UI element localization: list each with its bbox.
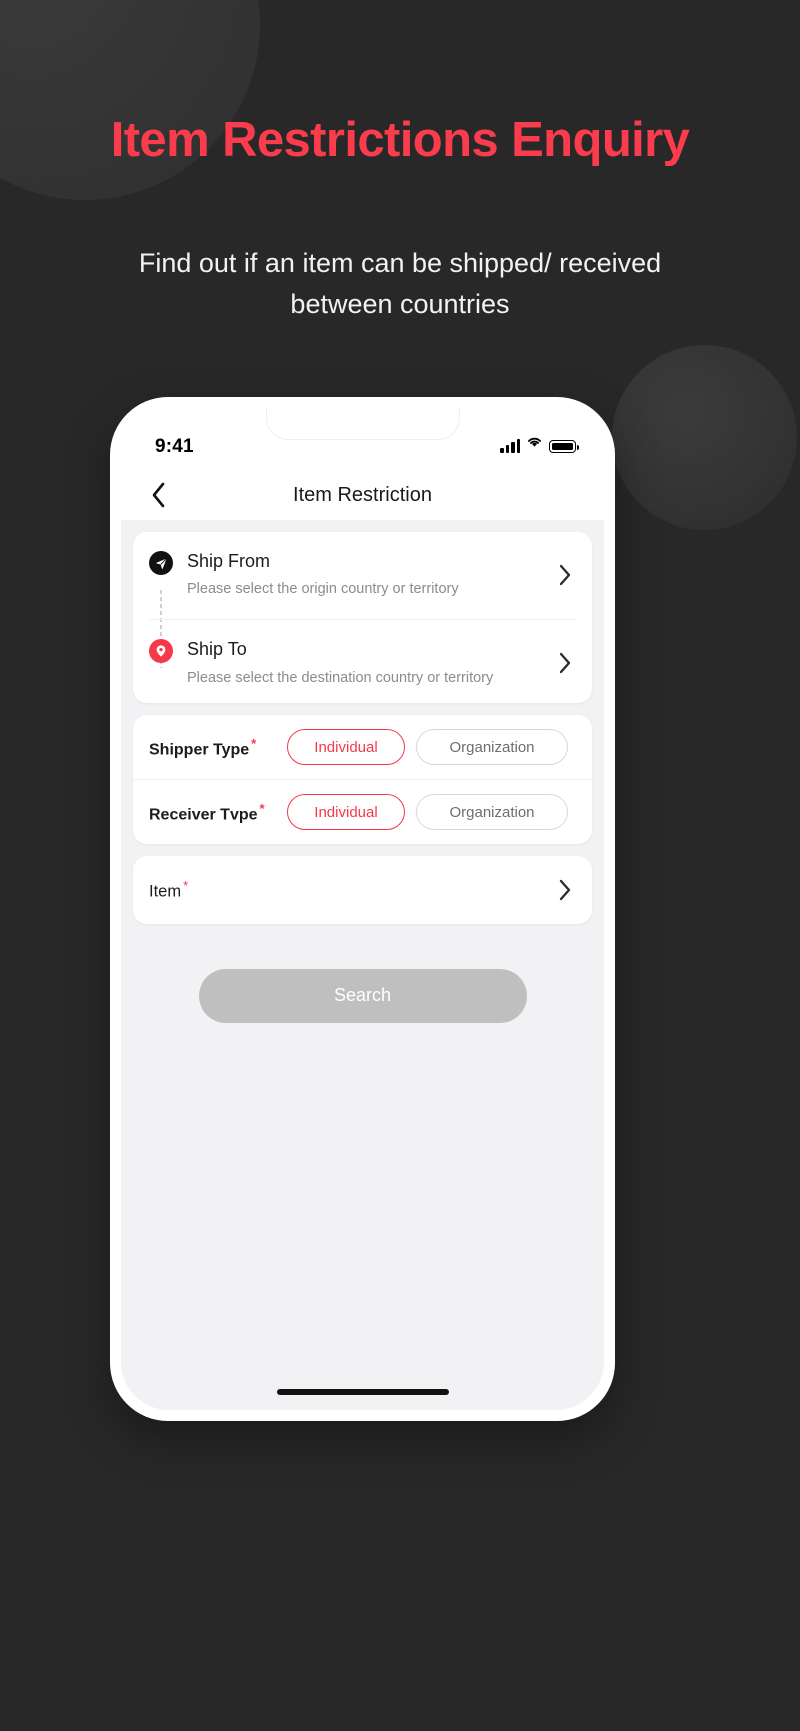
item-row[interactable]: Item * [133, 856, 592, 924]
status-bar-icons [500, 435, 580, 453]
chevron-right-icon [559, 652, 570, 673]
phone-notch [265, 408, 460, 440]
shipper-type-required-mark: * [251, 735, 257, 751]
back-button[interactable] [143, 480, 173, 510]
destination-pin-icon [149, 639, 173, 664]
search-button-container: Search [133, 968, 592, 1023]
chevron-right-icon [559, 564, 570, 585]
party-type-card: Shipper Type * Individual Organization Re… [133, 715, 592, 845]
search-button[interactable]: Search [198, 968, 527, 1023]
ship-from-text: Ship From Please select the origin count… [187, 550, 554, 599]
ship-from-placeholder: Please select the origin country or terr… [187, 581, 459, 598]
chevron-right-icon [559, 880, 570, 901]
phone-screen: 9:41 Item Restriction Ship From Please s… [121, 408, 604, 1410]
ship-from-row[interactable]: Ship From Please select the origin count… [149, 532, 576, 621]
shipper-type-organization-option[interactable]: Organization [416, 729, 568, 766]
shipper-type-label-text: Shipper Type [149, 741, 250, 759]
battery-full-icon [549, 440, 580, 453]
wifi-icon [526, 435, 543, 453]
ship-to-row[interactable]: Ship To Please select the destination co… [149, 620, 576, 703]
decorative-circle-bottom-right [612, 345, 797, 530]
screen-title: Item Restriction [293, 483, 432, 506]
receiver-type-label: Receiver Tvpe * [149, 801, 287, 824]
page-title: Item Restrictions Enquiry [110, 113, 690, 167]
navigation-bar: Item Restriction [121, 470, 604, 520]
ship-from-chevron[interactable] [554, 564, 576, 586]
receiver-type-individual-option[interactable]: Individual [287, 794, 405, 831]
status-bar-time: 9:41 [155, 436, 194, 457]
promo-banner: Item Restrictions Enquiry Find out if an… [0, 0, 800, 1731]
ship-to-label: Ship To [187, 639, 247, 660]
ship-selection-card: Ship From Please select the origin count… [133, 532, 592, 704]
receiver-type-required-mark: * [259, 800, 265, 816]
page-subtitle: Find out if an item can be shipped/ rece… [138, 248, 662, 320]
receiver-type-label-text: Receiver Tvpe [149, 806, 258, 824]
send-origin-icon [149, 551, 173, 575]
home-indicator[interactable] [276, 1389, 449, 1395]
status-bar: 9:41 [121, 408, 604, 470]
receiver-type-organization-option[interactable]: Organization [416, 794, 568, 831]
item-label-text: Item [149, 882, 182, 901]
shipper-type-label: Shipper Type * [149, 736, 287, 759]
ship-from-label: Ship From [187, 551, 271, 571]
cellular-bars-icon [500, 439, 520, 453]
shipper-type-individual-option[interactable]: Individual [287, 729, 405, 766]
shipper-type-row: Shipper Type * Individual Organization [133, 715, 592, 779]
ship-to-chevron[interactable] [554, 652, 576, 674]
phone-mockup: 9:41 Item Restriction Ship From Please s… [110, 397, 615, 1421]
item-required-mark: * [183, 878, 189, 894]
item-selection-card[interactable]: Item * [133, 856, 592, 924]
decorative-circle-top-left [0, 0, 260, 200]
receiver-type-row: Receiver Tvpe * Individual Organization [133, 779, 592, 844]
ship-to-placeholder: Please select the destination country or… [187, 669, 494, 686]
chevron-left-icon [152, 482, 164, 508]
item-chevron[interactable] [554, 879, 576, 901]
item-label: Item * [149, 878, 554, 902]
ship-to-text: Ship To Please select the destination co… [187, 638, 554, 687]
form-content: Ship From Please select the origin count… [121, 532, 604, 1023]
